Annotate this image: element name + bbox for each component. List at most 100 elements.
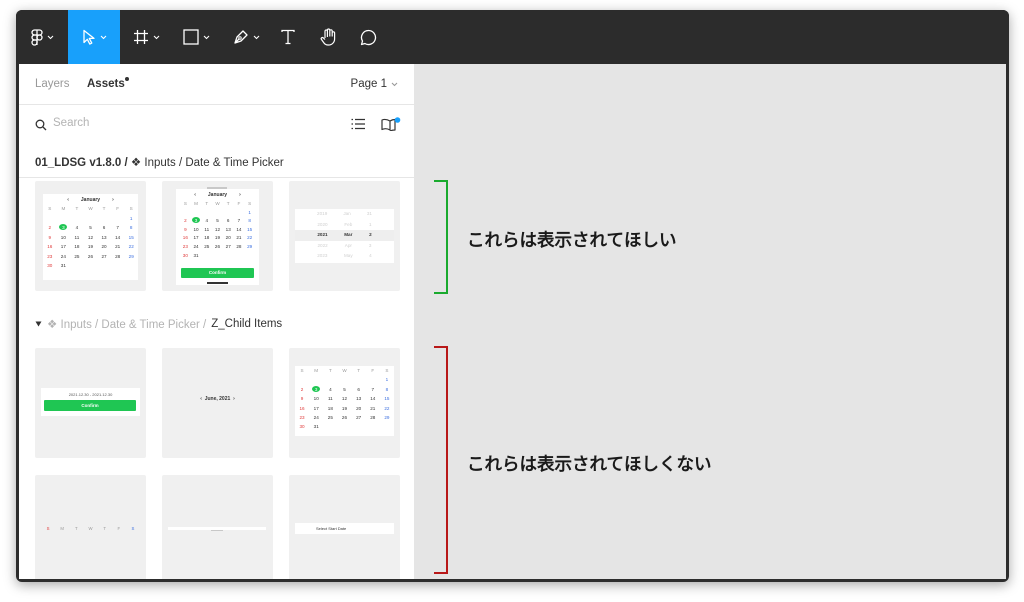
day-cell: 4 bbox=[329, 386, 332, 392]
day-cell: 31 bbox=[60, 263, 66, 268]
day-cell: 17 bbox=[60, 244, 66, 249]
selected-day: 3 bbox=[192, 217, 201, 224]
tab-layers[interactable]: Layers bbox=[35, 78, 70, 90]
day-cell bbox=[212, 253, 223, 259]
figma-logo-icon bbox=[30, 28, 43, 46]
day-cell: 5 bbox=[89, 225, 92, 230]
day-cell: 19 bbox=[87, 244, 94, 249]
day-cell: 27 bbox=[225, 243, 231, 249]
component-icon: ❖ bbox=[130, 157, 142, 169]
day-cell: 15 bbox=[247, 226, 253, 232]
weekday-label: S bbox=[300, 368, 304, 373]
chevron-right-icon: › bbox=[233, 396, 235, 402]
month-nav-thumbnail[interactable]: ‹ June, 2021 › bbox=[162, 348, 273, 458]
search-input[interactable] bbox=[53, 117, 273, 129]
calendar-thumbnail[interactable]: ‹ January › S M T W T F S 1 2 3 4 5 6 7 8 9 10 11 12 13 14 15 16… bbox=[35, 181, 146, 291]
picker-month: Apr bbox=[344, 242, 352, 248]
bracket-show bbox=[434, 180, 448, 294]
frame-tool-button[interactable] bbox=[122, 10, 170, 64]
pen-tool-button[interactable] bbox=[222, 10, 270, 64]
shape-tool-button[interactable] bbox=[172, 10, 220, 64]
calendar-month: January bbox=[80, 197, 101, 203]
calendar-month: January bbox=[207, 192, 228, 198]
day-cell: 14 bbox=[236, 226, 242, 232]
day-cell: 9 bbox=[184, 226, 187, 232]
panel-tabs: Layers Assets Page 1 bbox=[19, 64, 414, 105]
chevron-down-icon bbox=[100, 35, 106, 39]
hand-tool-button[interactable] bbox=[310, 10, 346, 64]
move-tool-button[interactable] bbox=[68, 10, 120, 64]
divider-thumbnail[interactable] bbox=[162, 475, 273, 579]
weekday-row-thumbnail[interactable]: SMTWTFS bbox=[35, 475, 146, 579]
day-cell bbox=[295, 377, 309, 383]
tab-assets[interactable]: Assets bbox=[87, 78, 125, 90]
day-cell bbox=[366, 424, 380, 430]
wheel-picker-thumbnail[interactable]: 2019 Jan 31 2020 Feb 1 2021 Mar 2 2022 Apr 3 2023 May… bbox=[289, 181, 400, 291]
day-cell: 24 bbox=[60, 253, 66, 259]
page-selector[interactable]: Page 1 bbox=[351, 78, 398, 90]
library-path: 01_LDSG v1.8.0 / ❖ Inputs / Date & Time … bbox=[35, 155, 284, 169]
calendar-confirm-thumbnail[interactable]: ‹ January › S M T W T F S 1 2 3 4 5 6 7 8 9 10 11 12 13 14 15 16… bbox=[162, 181, 273, 291]
day-cell: 19 bbox=[214, 235, 221, 241]
day-cell: 1 bbox=[385, 377, 389, 383]
picker-row: 2019 Jan 31 bbox=[295, 209, 394, 220]
assets-panel: Layers Assets Page 1 01_LDSG v1.8.0 / ❖ … bbox=[19, 64, 414, 579]
canvas[interactable] bbox=[414, 64, 1006, 579]
weekday-label: S bbox=[183, 201, 187, 206]
day-cell: 24 bbox=[193, 243, 199, 249]
weekday-label: F bbox=[116, 206, 120, 211]
start-date-thumbnail[interactable]: Select Start Date bbox=[289, 475, 400, 579]
day-cell: 12 bbox=[87, 234, 94, 240]
picker-day: 31 bbox=[366, 211, 372, 216]
day-cell: 23 bbox=[182, 243, 188, 249]
day-cell: 30 bbox=[299, 424, 305, 430]
picker-month: Jan bbox=[343, 211, 351, 216]
calendar-grid-thumbnail[interactable]: S M T W T F S 1 2 3 4 5 6 7 8 9 10 11 12 13 14 15 16 17 18 19 20 21… bbox=[289, 348, 400, 458]
day-cell: 29 bbox=[247, 243, 253, 249]
rectangle-icon bbox=[182, 29, 199, 45]
date-range-confirm-thumbnail[interactable]: 2021.12.30 - 2021.12.30 Confirm bbox=[35, 348, 146, 458]
comment-tool-button[interactable] bbox=[350, 10, 386, 64]
weekday-label: W bbox=[88, 526, 93, 531]
day-cell bbox=[111, 216, 125, 222]
day-cell: 22 bbox=[247, 235, 253, 241]
weekday-label: W bbox=[88, 206, 93, 211]
chevron-right-icon: › bbox=[239, 192, 241, 198]
text-tool-button[interactable] bbox=[270, 10, 306, 64]
weekday-label: T bbox=[357, 368, 361, 373]
day-cell: 12 bbox=[214, 226, 221, 232]
triangle-down-icon bbox=[35, 321, 42, 327]
day-cell: 8 bbox=[129, 225, 133, 230]
list-view-icon[interactable] bbox=[351, 118, 365, 130]
day-cell bbox=[352, 424, 366, 430]
weekday-label: M bbox=[60, 526, 64, 531]
picker-row: 2020 Feb 1 bbox=[295, 220, 394, 231]
day-cell: 21 bbox=[370, 405, 376, 411]
bracket-hide bbox=[434, 346, 448, 574]
pen-nib-icon bbox=[233, 30, 248, 44]
day-cell bbox=[180, 210, 191, 216]
month-nav-preview: ‹ June, 2021 › bbox=[162, 396, 273, 402]
day-cell: 30 bbox=[47, 263, 53, 268]
picker-year: 2023 bbox=[317, 253, 328, 258]
team-library-icon[interactable] bbox=[381, 117, 401, 131]
day-cell bbox=[43, 216, 57, 222]
weekday-label: T bbox=[75, 526, 78, 531]
day-cell bbox=[97, 216, 111, 222]
weekday-label: M bbox=[314, 368, 319, 373]
day-cell bbox=[234, 210, 245, 216]
home-indicator bbox=[207, 282, 228, 284]
group-header[interactable]: ❖ Inputs / Date & Time Picker / Z_Child … bbox=[35, 317, 282, 331]
picker-month: May bbox=[343, 253, 353, 258]
day-cell bbox=[212, 210, 223, 216]
day-cell: 26 bbox=[214, 243, 221, 249]
day-cell: 1 bbox=[129, 215, 133, 221]
day-cell: 18 bbox=[327, 405, 333, 411]
figma-menu-button[interactable] bbox=[16, 10, 68, 64]
month-nav-label: June, 2021 bbox=[204, 396, 231, 402]
day-cell: 2 bbox=[300, 386, 304, 392]
wheel-picker-preview: 2019 Jan 31 2020 Feb 1 2021 Mar 2 2022 Apr 3 2023 May… bbox=[295, 209, 394, 263]
day-cell: 23 bbox=[47, 253, 53, 259]
day-cell: 18 bbox=[74, 244, 80, 249]
day-cell: 2 bbox=[184, 218, 187, 224]
